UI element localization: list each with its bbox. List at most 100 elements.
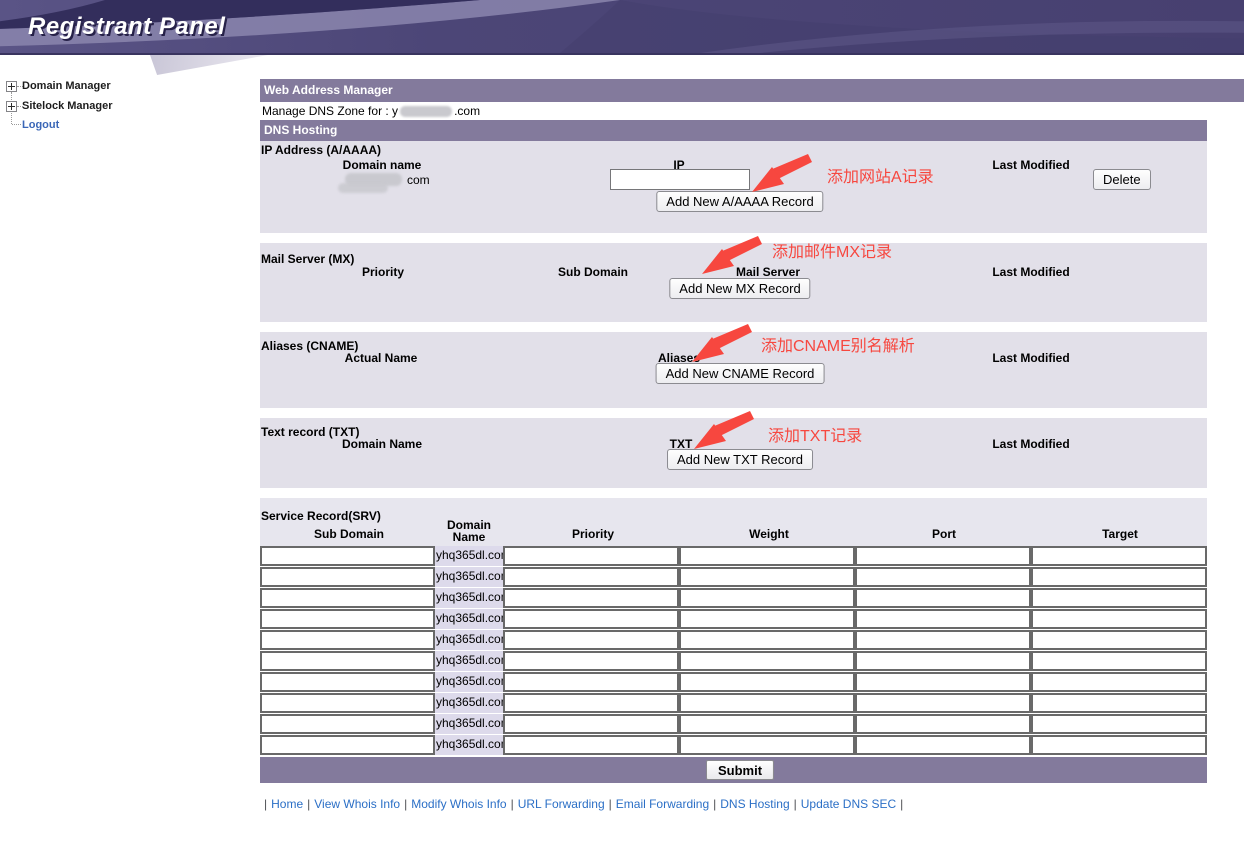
domain-suffix-text: com (407, 173, 430, 187)
srv-domain-name: yhq365dl.com (435, 672, 503, 692)
srv-weight-input[interactable] (679, 546, 855, 566)
annotation-add-mx-record: 添加邮件MX记录 (772, 238, 892, 262)
section-title: IP Address (A/AAAA) (261, 143, 381, 157)
srv-weight-input[interactable] (679, 651, 855, 671)
annotation-add-a-record: 添加网站A记录 (827, 163, 934, 187)
srv-priority-input[interactable] (503, 651, 679, 671)
srv-subdomain-input[interactable] (260, 735, 435, 755)
expand-icon[interactable] (6, 101, 17, 112)
column-header-sub-domain: Sub Domain (314, 527, 384, 541)
srv-subdomain-input[interactable] (260, 546, 435, 566)
column-header-last-modified: Last Modified (992, 265, 1069, 279)
srv-subdomain-input[interactable] (260, 567, 435, 587)
srv-target-input[interactable] (1031, 588, 1207, 608)
redacted-domain-value (338, 183, 388, 193)
section-service-record-srv: Service Record(SRV) Sub Domain Domain Na… (260, 498, 1207, 546)
srv-priority-input[interactable] (503, 609, 679, 629)
srv-target-input[interactable] (1031, 567, 1207, 587)
srv-target-input[interactable] (1031, 714, 1207, 734)
srv-table-row: yhq365dl.com (260, 693, 1207, 714)
srv-subdomain-input[interactable] (260, 630, 435, 650)
srv-table-row: yhq365dl.com (260, 609, 1207, 630)
footer-link-modify-whois-info[interactable]: Modify Whois Info (411, 797, 506, 811)
srv-weight-input[interactable] (679, 630, 855, 650)
column-header-domain-name: Domain Name (342, 437, 422, 451)
srv-weight-input[interactable] (679, 588, 855, 608)
srv-subdomain-input[interactable] (260, 588, 435, 608)
srv-weight-input[interactable] (679, 714, 855, 734)
srv-target-input[interactable] (1031, 546, 1207, 566)
srv-table-row: yhq365dl.com (260, 651, 1207, 672)
srv-port-input[interactable] (855, 735, 1031, 755)
srv-subdomain-input[interactable] (260, 714, 435, 734)
add-cname-record-button[interactable]: Add New CNAME Record (656, 363, 825, 384)
srv-subdomain-input[interactable] (260, 672, 435, 692)
column-header-weight: Weight (749, 527, 789, 541)
red-arrow-icon (700, 236, 762, 276)
separator: | (609, 797, 612, 811)
srv-target-input[interactable] (1031, 672, 1207, 692)
column-header-priority: Priority (362, 265, 404, 279)
srv-target-input[interactable] (1031, 630, 1207, 650)
column-header-last-modified: Last Modified (992, 351, 1069, 365)
sidebar-item-sitelock-manager[interactable]: Sitelock Manager (22, 100, 112, 112)
srv-priority-input[interactable] (503, 567, 679, 587)
srv-port-input[interactable] (855, 588, 1031, 608)
srv-weight-input[interactable] (679, 735, 855, 755)
srv-priority-input[interactable] (503, 735, 679, 755)
footer-links: |Home|View Whois Info|Modify Whois Info|… (262, 797, 905, 811)
srv-table-row: yhq365dl.com (260, 714, 1207, 735)
manage-zone-suffix: .com (454, 104, 480, 118)
add-txt-record-button[interactable]: Add New TXT Record (667, 449, 813, 470)
footer-link-home[interactable]: Home (271, 797, 303, 811)
srv-priority-input[interactable] (503, 588, 679, 608)
srv-port-input[interactable] (855, 693, 1031, 713)
srv-weight-input[interactable] (679, 609, 855, 629)
srv-subdomain-input[interactable] (260, 693, 435, 713)
footer-link-url-forwarding[interactable]: URL Forwarding (518, 797, 605, 811)
srv-target-input[interactable] (1031, 651, 1207, 671)
add-mx-record-button[interactable]: Add New MX Record (669, 278, 810, 299)
srv-domain-name: yhq365dl.com (435, 630, 503, 650)
srv-domain-name: yhq365dl.com (435, 735, 503, 755)
srv-domain-name: yhq365dl.com (435, 609, 503, 629)
column-header-actual-name: Actual Name (345, 351, 418, 365)
column-header-priority: Priority (572, 527, 614, 541)
add-a-record-button[interactable]: Add New A/AAAA Record (656, 191, 823, 212)
sidebar-item-logout[interactable]: Logout (22, 119, 59, 131)
column-header-target: Target (1102, 527, 1138, 541)
srv-priority-input[interactable] (503, 630, 679, 650)
dns-hosting-title: DNS Hosting (264, 123, 337, 137)
srv-weight-input[interactable] (679, 567, 855, 587)
delete-button[interactable]: Delete (1093, 169, 1151, 190)
srv-subdomain-input[interactable] (260, 609, 435, 629)
footer-link-dns-hosting[interactable]: DNS Hosting (720, 797, 789, 811)
srv-port-input[interactable] (855, 651, 1031, 671)
manage-dns-zone-line: Manage DNS Zone for : y.com (262, 103, 480, 119)
srv-subdomain-input[interactable] (260, 651, 435, 671)
footer-link-email-forwarding[interactable]: Email Forwarding (616, 797, 709, 811)
srv-port-input[interactable] (855, 567, 1031, 587)
srv-target-input[interactable] (1031, 693, 1207, 713)
ip-input[interactable] (610, 169, 750, 190)
srv-priority-input[interactable] (503, 546, 679, 566)
srv-port-input[interactable] (855, 714, 1031, 734)
srv-target-input[interactable] (1031, 735, 1207, 755)
srv-priority-input[interactable] (503, 693, 679, 713)
srv-priority-input[interactable] (503, 714, 679, 734)
footer-link-update-dns-sec[interactable]: Update DNS SEC (801, 797, 896, 811)
srv-port-input[interactable] (855, 546, 1031, 566)
expand-icon[interactable] (6, 81, 17, 92)
srv-weight-input[interactable] (679, 693, 855, 713)
submit-button[interactable]: Submit (706, 760, 774, 780)
srv-weight-input[interactable] (679, 672, 855, 692)
web-address-manager-title: Web Address Manager (264, 83, 393, 97)
srv-port-input[interactable] (855, 609, 1031, 629)
section-text-record-txt: Text record (TXT) Domain Name TXT Last M… (260, 418, 1207, 488)
sidebar-item-domain-manager[interactable]: Domain Manager (22, 80, 111, 92)
srv-target-input[interactable] (1031, 609, 1207, 629)
footer-link-view-whois-info[interactable]: View Whois Info (314, 797, 400, 811)
srv-port-input[interactable] (855, 630, 1031, 650)
srv-priority-input[interactable] (503, 672, 679, 692)
srv-port-input[interactable] (855, 672, 1031, 692)
